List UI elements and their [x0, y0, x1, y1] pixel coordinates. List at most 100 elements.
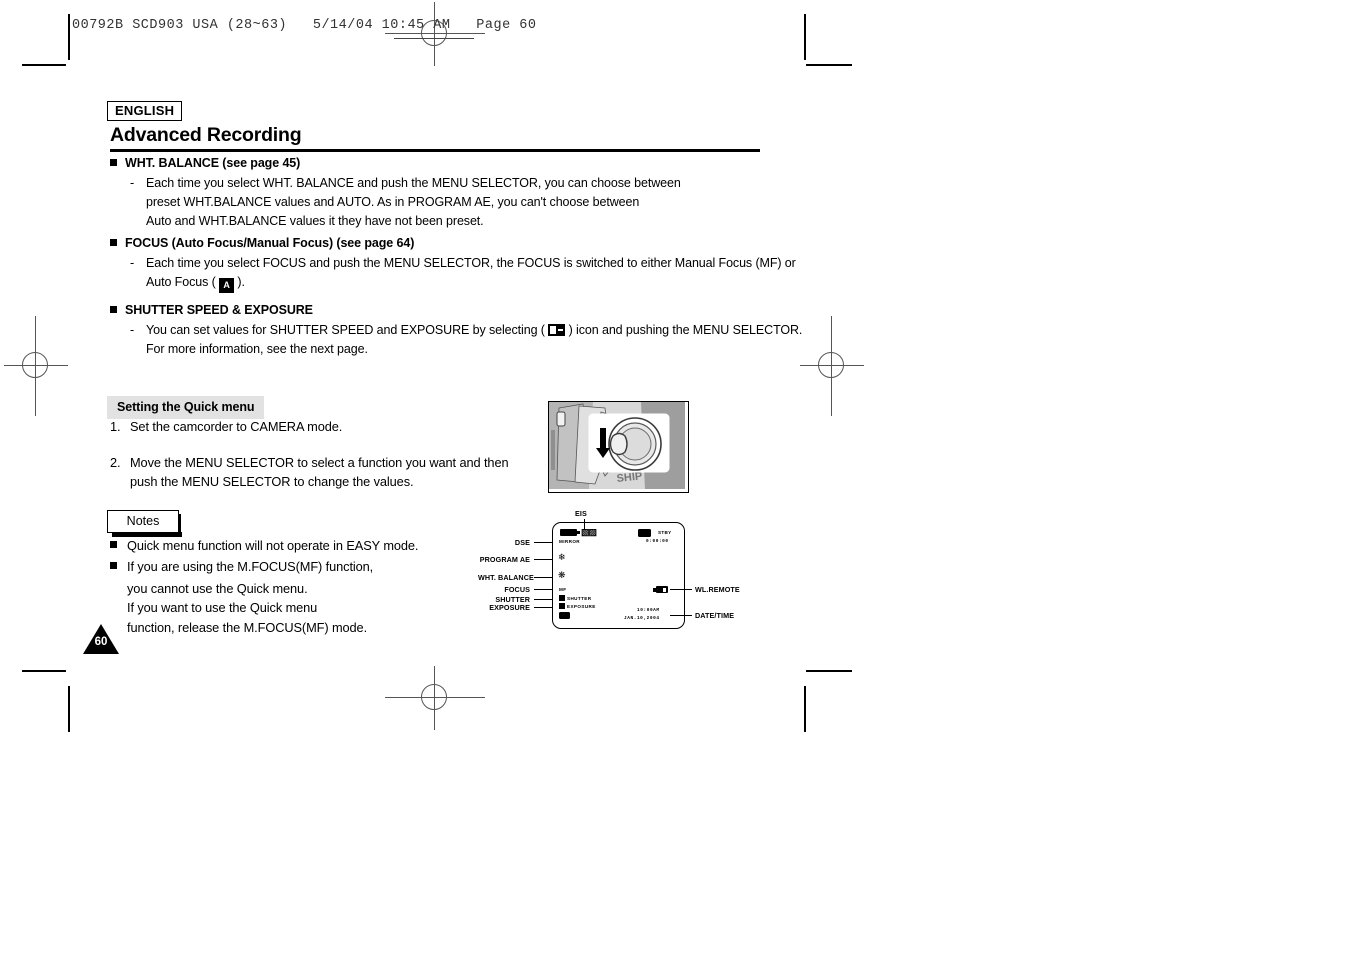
callout-leader-date-time — [670, 615, 692, 617]
callout-leader-exposure — [534, 607, 552, 609]
dash-bullet-icon: - — [130, 176, 135, 190]
section-body: - You can set values for SHUTTER SPEED a… — [110, 321, 810, 359]
program-ae-sports-icon: ❄ — [558, 552, 566, 562]
callout-leader-wl-remote — [670, 589, 692, 591]
lcd-osd-diagram: EIS DSE PROGRAM AE WHT. BALANCE FOCUS SH… — [478, 505, 768, 635]
wl-remote-icon — [653, 586, 668, 593]
section-heading-text: FOCUS (Auto Focus/Manual Focus) (see pag… — [125, 236, 415, 250]
page-number: 60 — [94, 636, 108, 648]
wht-balance-icon: ❋ — [558, 570, 566, 580]
notes-list: Quick menu function will not operate in … — [110, 536, 510, 637]
exposure-osd-text: EXPOSURE — [567, 604, 596, 609]
section-heading-text: WHT. BALANCE (see page 45) — [125, 156, 301, 170]
crop-mark-top-left-v — [68, 14, 70, 60]
section-heading: SHUTTER SPEED & EXPOSURE — [110, 303, 810, 317]
section-body: - Each time you select FOCUS and push th… — [110, 254, 810, 293]
manual-page: 00792B SCD903 USA (28~63) 5/14/04 10:45 … — [0, 0, 1351, 954]
section-line: For more information, see the next page. — [146, 342, 368, 356]
callout-label-program-ae: PROGRAM AE — [479, 555, 530, 564]
registration-mark-top — [385, 2, 485, 66]
step-text: Set the camcorder to CAMERA mode. — [130, 419, 343, 434]
note-continuation: you cannot use the Quick menu. — [127, 580, 308, 596]
step-text: Move the MENU SELECTOR to select a funct… — [130, 455, 509, 490]
crop-mark-top-left-h — [22, 64, 66, 66]
shutter-icon — [559, 595, 565, 601]
slug-underline — [394, 38, 474, 39]
registration-mark-left — [4, 316, 68, 416]
section-line: Auto and WHT.BALANCE values it they have… — [146, 214, 484, 228]
list-item: 1. Set the camcorder to CAMERA mode. — [110, 417, 530, 436]
eis-hand-icon: ▧▨ — [581, 527, 597, 537]
callout-label-wht-balance: WHT. BALANCE — [478, 573, 534, 582]
callout-leader-dse — [534, 542, 552, 544]
battery-icon — [560, 529, 580, 536]
square-bullet-icon — [110, 159, 117, 166]
section-heading-text: SHUTTER SPEED & EXPOSURE — [125, 303, 313, 317]
crop-mark-bottom-right-h — [806, 670, 852, 672]
quick-menu-title: Setting the Quick menu — [107, 396, 265, 419]
exposure-icon — [559, 603, 565, 609]
camcorder-illustration: IN SHIP — [549, 402, 685, 489]
note-text: If you are using the M.FOCUS(MF) functio… — [127, 559, 374, 575]
square-bullet-icon — [110, 562, 117, 570]
callout-leader-focus — [534, 589, 552, 591]
square-bullet-icon — [110, 541, 117, 548]
language-badge: ENGLISH — [107, 101, 183, 121]
page-number-badge: 60 — [83, 624, 119, 654]
camcorder-menu-selector-photo: IN SHIP — [548, 401, 689, 493]
section-heading: FOCUS (Auto Focus/Manual Focus) (see pag… — [110, 236, 810, 250]
dash-bullet-icon: - — [130, 323, 135, 337]
section-shutter-speed-exposure: SHUTTER SPEED & EXPOSURE - You can set v… — [110, 303, 810, 359]
callout-leader-shutter — [534, 599, 552, 601]
callout-label-eis: EIS — [575, 509, 587, 518]
auto-focus-a-icon: A — [219, 278, 235, 293]
callout-label-exposure: EXPOSURE — [489, 603, 530, 612]
shutter-exposure-icon — [548, 324, 566, 336]
step-number: 1. — [110, 419, 121, 434]
section-body: - Each time you select WHT. BALANCE and … — [110, 174, 790, 231]
callout-label-wl-remote: WL.REMOTE — [695, 585, 740, 594]
record-mode-text: STBY — [658, 530, 672, 535]
section-line: preset WHT.BALANCE values and AUTO. As i… — [146, 195, 640, 209]
line-indent-spacer — [130, 340, 146, 359]
timecode-text: 0:00:00 — [646, 539, 669, 544]
line-indent-spacer — [130, 212, 146, 231]
section-heading: WHT. BALANCE (see page 45) — [110, 156, 790, 170]
list-item: If you are using the M.FOCUS(MF) functio… — [110, 557, 510, 576]
section-line: Each time you select FOCUS and push the … — [146, 256, 796, 270]
focus-mode-text: MF — [559, 587, 567, 592]
callout-label-date-time: DATE/TIME — [695, 611, 735, 620]
line-indent-spacer — [130, 193, 146, 212]
callout-leader-wht-balance — [534, 577, 552, 579]
step-number: 2. — [110, 455, 121, 471]
crop-mark-bottom-left-h — [22, 670, 66, 672]
section-line-with-icon: You can set values for SHUTTER SPEED and… — [146, 323, 803, 337]
note-continuation: function, release the M.FOCUS(MF) mode. — [127, 619, 368, 635]
section-line: Each time you select WHT. BALANCE and pu… — [146, 176, 681, 190]
section-line-with-icon: Auto Focus ( A ). — [146, 273, 810, 293]
section-wht-balance: WHT. BALANCE (see page 45) - Each time y… — [110, 156, 790, 231]
list-item: 2. Move the MENU SELECTOR to select a fu… — [110, 453, 530, 491]
quick-menu-icon — [559, 612, 570, 619]
crop-mark-top-right-h — [806, 64, 852, 66]
quick-menu-steps: 1. Set the camcorder to CAMERA mode. 2. … — [110, 417, 530, 492]
square-bullet-icon — [110, 239, 117, 246]
square-bullet-icon — [110, 306, 117, 313]
shutter-osd-text: SHUTTER — [567, 596, 592, 601]
dse-mode-text: MIRROR — [559, 539, 581, 544]
callout-label-focus: FOCUS — [504, 585, 530, 594]
note-continuation: If you want to use the Quick menu — [127, 600, 318, 616]
crop-mark-bottom-left-v — [68, 686, 70, 732]
line-indent-spacer — [130, 273, 146, 293]
registration-mark-bottom — [385, 666, 485, 730]
notes-title: Notes — [107, 510, 179, 533]
callout-leader-program-ae — [534, 559, 552, 561]
section-focus: FOCUS (Auto Focus/Manual Focus) (see pag… — [110, 236, 810, 293]
osd-date-text: JAN.10,2004 — [624, 616, 660, 621]
page-title: Advanced Recording — [110, 124, 302, 146]
crop-mark-bottom-right-v — [804, 686, 806, 732]
dash-bullet-icon: - — [130, 256, 135, 270]
title-rule — [110, 149, 760, 152]
tape-icon — [638, 529, 651, 537]
callout-label-dse: DSE — [514, 538, 530, 547]
